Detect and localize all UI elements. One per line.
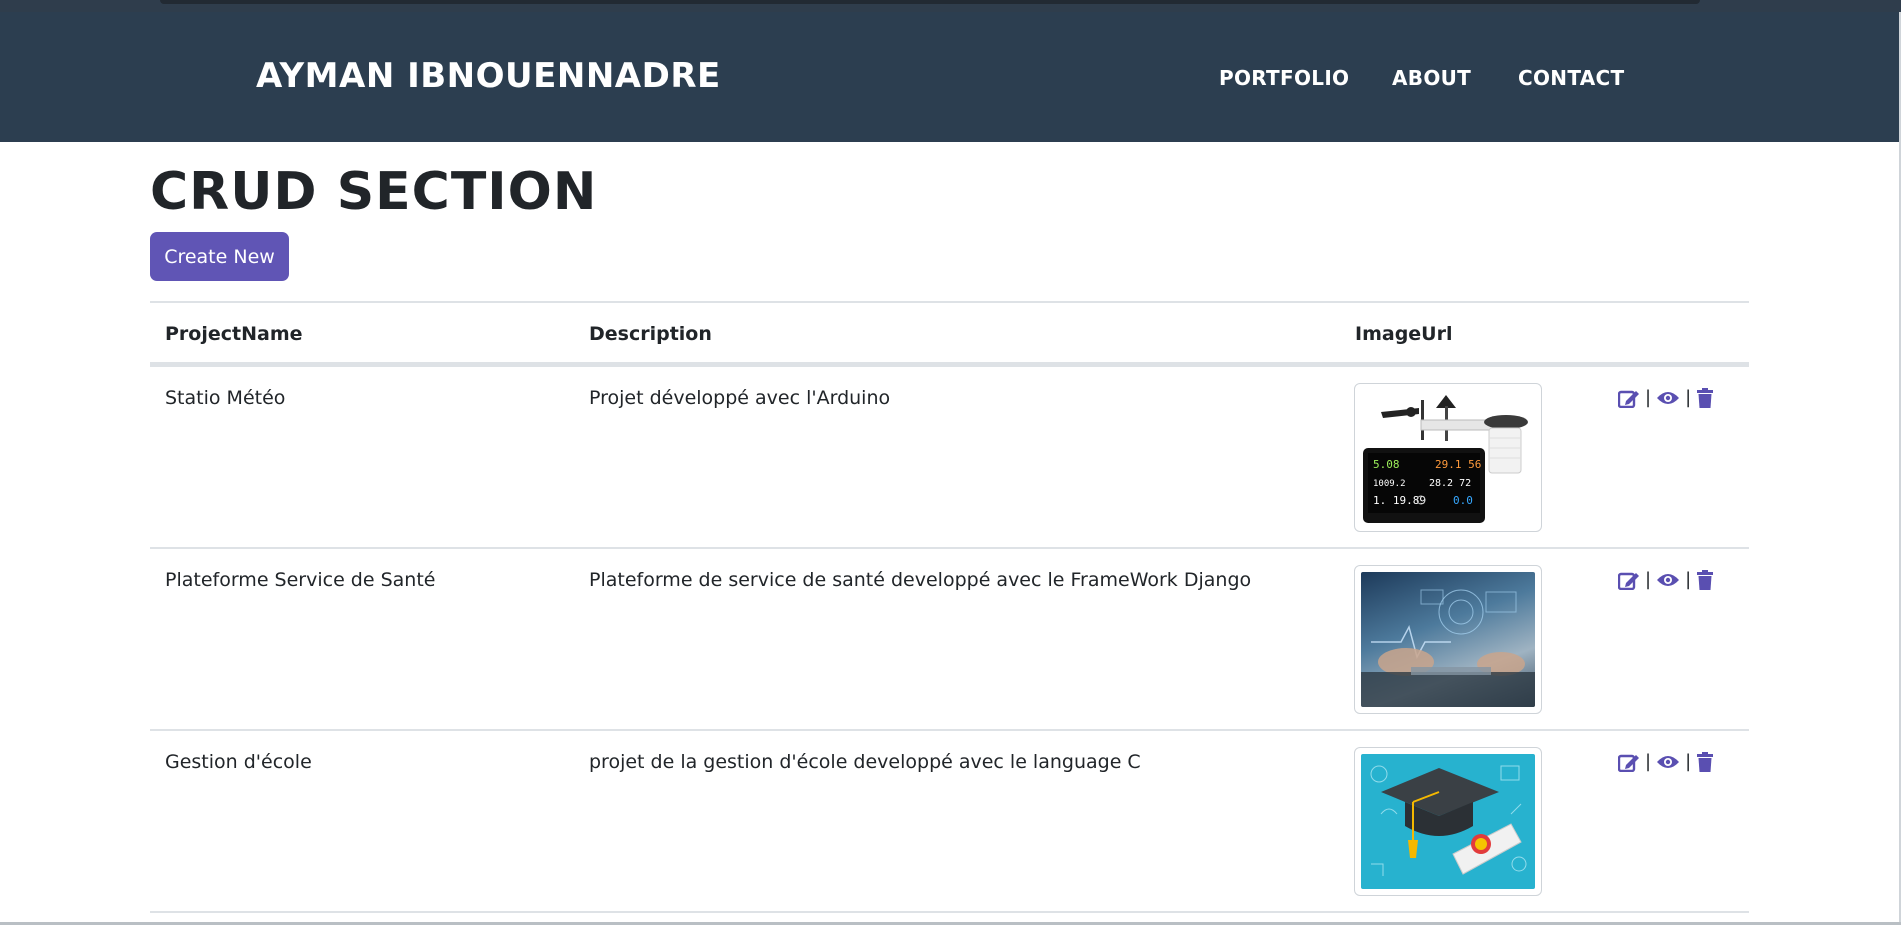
browser-top-strip [0,0,1901,12]
navbar: AYMAN IBNOUENNADRE PORTFOLIO ABOUT CONTA… [0,12,1901,142]
view-icon[interactable] [1656,572,1680,588]
edit-icon[interactable] [1618,388,1640,408]
weather-station-image: 5.08 29.1 56 1009.2 28.2 72 1. 19.89 0.0 [1361,390,1535,525]
delete-icon[interactable] [1696,569,1714,590]
nav-link-portfolio[interactable]: PORTFOLIO [1219,66,1349,90]
header-description: Description [589,323,712,345]
header-project-name: ProjectName [165,323,303,345]
row-actions: | | [1618,569,1714,590]
separator: | [1685,387,1692,408]
table-row: Gestion d'école projet de la gestion d'é… [150,731,1749,913]
svg-text:28.2 72: 28.2 72 [1429,478,1471,489]
projects-table: ProjectName Description ImageUrl Statio … [150,301,1749,913]
svg-text:29.1 56: 29.1 56 [1435,458,1481,471]
nav-link-contact[interactable]: CONTACT [1518,66,1624,90]
view-icon[interactable] [1656,754,1680,770]
delete-icon[interactable] [1696,387,1714,408]
description-cell: projet de la gestion d'école developpé a… [589,751,1141,773]
create-new-button[interactable]: Create New [150,232,289,281]
project-image-thumbnail [1354,747,1542,896]
separator: | [1645,751,1652,772]
edit-icon[interactable] [1618,752,1640,772]
description-cell: Projet développé avec l'Arduino [589,387,891,409]
description-cell: Plateforme de service de santé developpé… [589,569,1252,591]
project-image-thumbnail: 5.08 29.1 56 1009.2 28.2 72 1. 19.89 0.0 [1354,383,1542,532]
svg-text:1009.2: 1009.2 [1373,479,1406,489]
separator: | [1645,569,1652,590]
separator: | [1685,751,1692,772]
project-name-cell: Statio Météo [165,387,286,409]
table-row: Plateforme Service de Santé Plateforme d… [150,549,1749,731]
row-actions: | | [1618,387,1714,408]
delete-icon[interactable] [1696,751,1714,772]
separator: | [1645,387,1652,408]
row-actions: | | [1618,751,1714,772]
health-technology-image [1361,572,1535,707]
table-row: Statio Météo Projet développé avec l'Ard… [150,367,1749,549]
separator: | [1685,569,1692,590]
svg-text:5.08: 5.08 [1373,458,1400,471]
graduation-cap-image [1361,754,1535,889]
svg-text:1. 19.89: 1. 19.89 [1373,494,1426,507]
edit-icon[interactable] [1618,570,1640,590]
project-name-cell: Gestion d'école [165,751,312,773]
project-image-thumbnail [1354,565,1542,714]
brand-logo-text[interactable]: AYMAN IBNOUENNADRE [256,56,721,96]
nav-link-about[interactable]: ABOUT [1392,66,1471,90]
project-name-cell: Plateforme Service de Santé [165,569,436,591]
page-title: CRUD SECTION [150,162,598,222]
view-icon[interactable] [1656,390,1680,406]
svg-text:0.0: 0.0 [1453,494,1473,507]
browser-bar [160,0,1700,4]
header-image-url: ImageUrl [1355,323,1453,345]
table-header: ProjectName Description ImageUrl [150,301,1749,367]
